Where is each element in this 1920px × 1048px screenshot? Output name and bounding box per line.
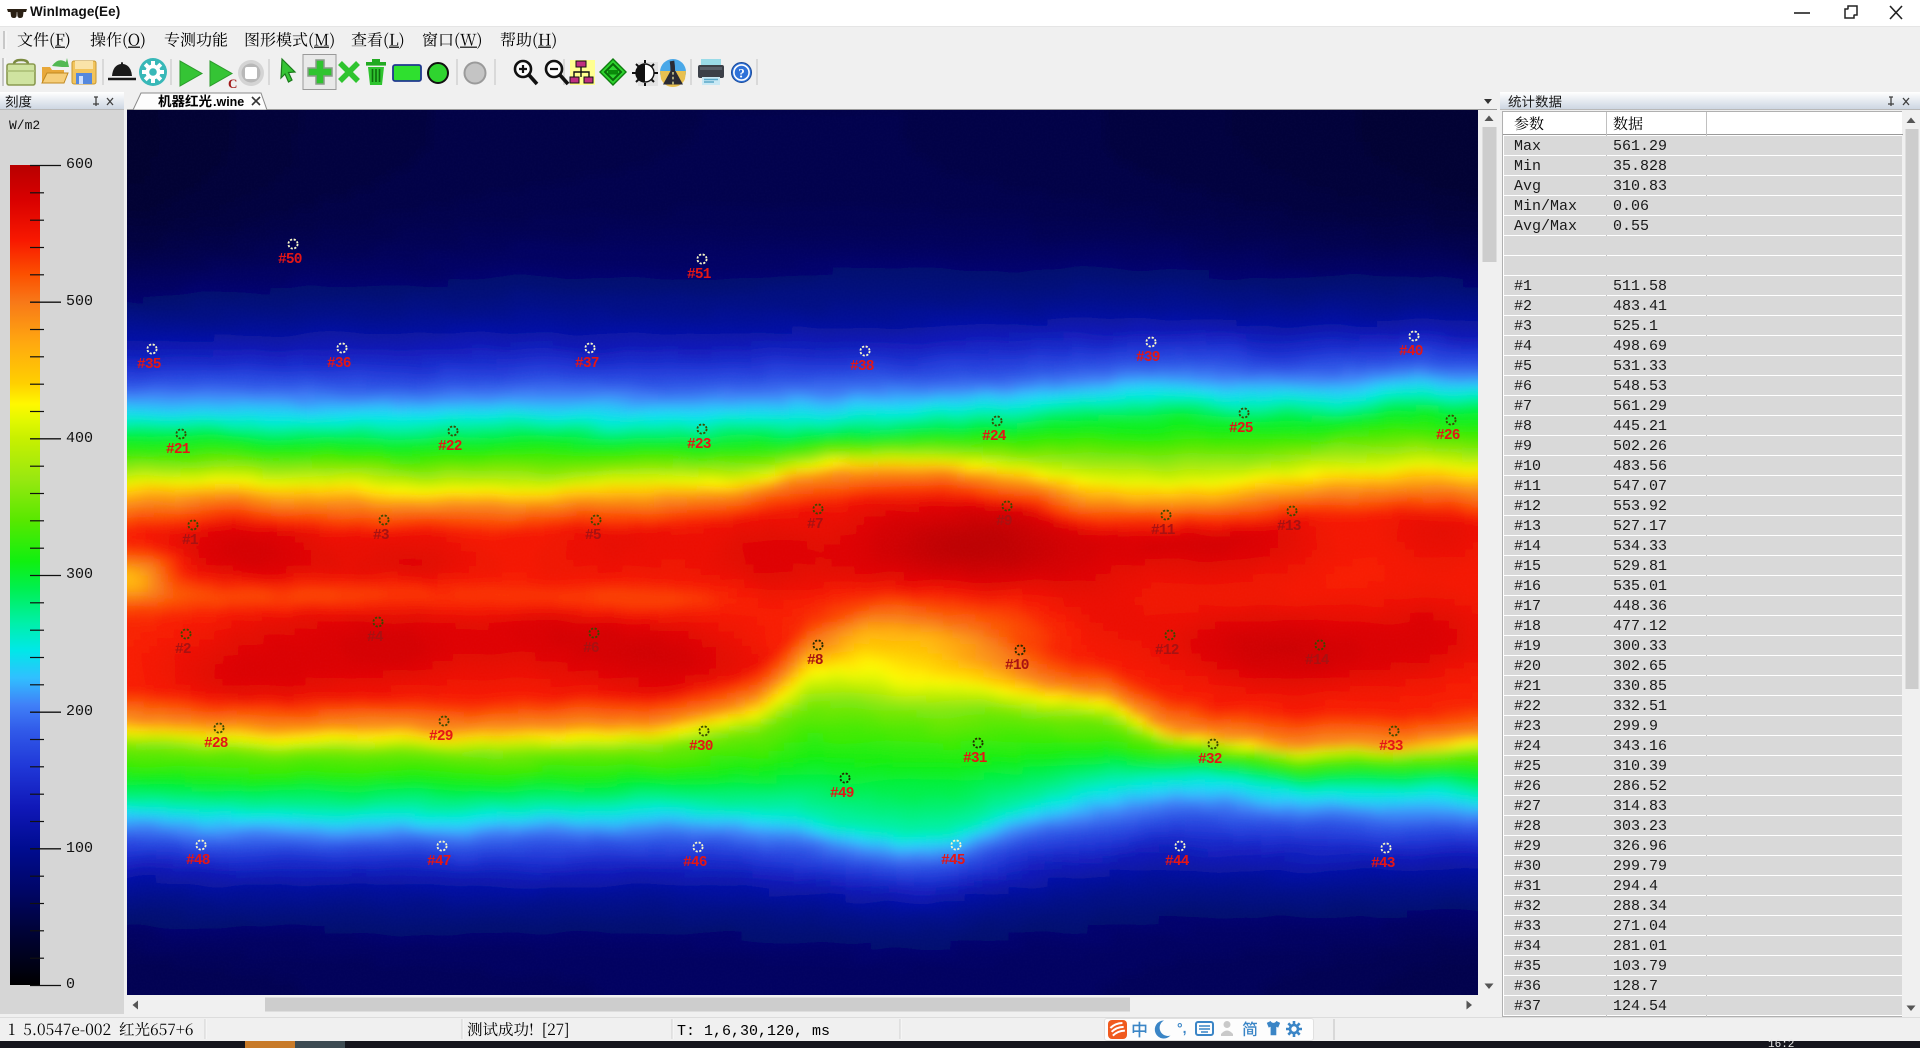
svg-text:°,: °, xyxy=(1177,1020,1187,1036)
